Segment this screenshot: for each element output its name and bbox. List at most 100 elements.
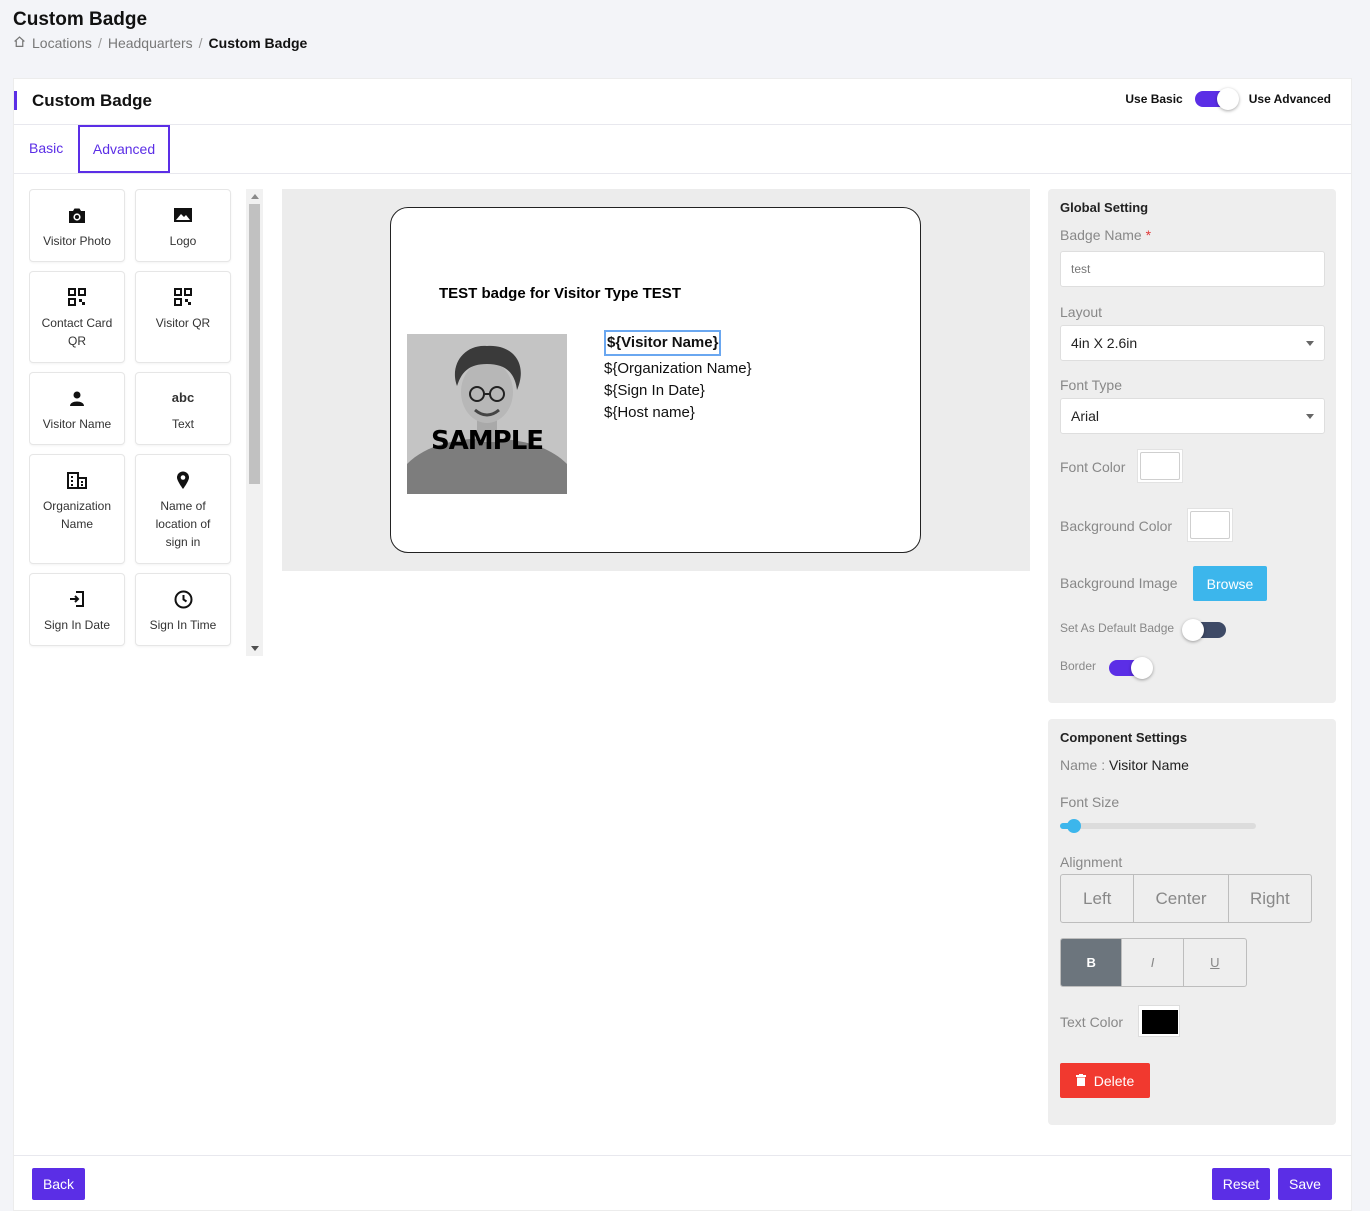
back-button[interactable]: Back [32,1168,85,1200]
component-palette: Visitor Photo Logo Contact Card QR Visit… [29,189,264,656]
scroll-down-arrow-icon[interactable] [251,646,259,651]
use-basic-label: Use Basic [1125,92,1183,106]
required-mark: * [1145,227,1152,243]
page-title: Custom Badge [13,9,148,30]
component-name-label: Name : [1060,757,1106,773]
palette-sign-in-time[interactable]: Sign In Time [135,573,231,646]
palette-contact-card-qr[interactable]: Contact Card QR [29,271,125,363]
underline-button[interactable]: U [1184,939,1246,986]
badge-name-input[interactable]: test [1060,251,1325,287]
slider-handle[interactable] [1066,819,1081,833]
breadcrumb-separator: / [198,35,203,51]
global-setting-title: Global Setting [1060,200,1149,215]
badge-title-text[interactable]: TEST badge for Visitor Type TEST [439,285,681,302]
palette-visitor-name[interactable]: Visitor Name [29,372,125,445]
tab-basic[interactable]: Basic [29,140,63,156]
palette-location-name[interactable]: Name of location of sign in [135,454,231,564]
align-right-button[interactable]: Right [1229,875,1311,922]
palette-scrollbar[interactable] [246,189,263,656]
border-switch[interactable] [1109,657,1153,679]
default-badge-switch[interactable] [1182,619,1226,641]
mode-toggle: Use Basic Use Advanced [1125,88,1331,110]
bold-button[interactable]: B [1061,939,1123,986]
alignment-label: Alignment [1060,854,1123,870]
badge-field-visitor-name[interactable]: ${Visitor Name} [604,330,722,356]
badge-fields: ${Visitor Name} ${Organization Name} ${S… [604,330,752,424]
text-style-button-group: B I U [1060,938,1247,987]
background-color-picker[interactable] [1187,508,1233,542]
font-size-label: Font Size [1060,794,1120,810]
component-settings-title: Component Settings [1060,730,1188,745]
switch-knob [1182,619,1204,641]
layout-select-value: 4in X 2.6in [1071,335,1138,351]
scroll-up-arrow-icon[interactable] [251,194,259,199]
font-color-picker[interactable] [1137,449,1183,483]
tab-advanced[interactable]: Advanced [78,125,170,173]
font-color-swatch [1140,452,1180,480]
text-color-label: Text Color [1060,1014,1124,1030]
font-type-select-value: Arial [1071,408,1100,424]
palette-logo[interactable]: Logo [135,189,231,262]
global-setting-panel: Global Setting Badge Name * test Layout … [1048,189,1336,703]
breadcrumb-locations[interactable]: Locations [32,35,92,51]
palette-sign-in-date[interactable]: Sign In Date [29,573,125,646]
align-center-button[interactable]: Center [1134,875,1229,922]
palette-label: Visitor Name [42,417,112,431]
italic-button[interactable]: I [1122,939,1184,986]
palette-label: Logo [169,234,197,248]
breadcrumb: Locations / Headquarters / Custom Badge [13,35,307,51]
palette-label: Organization Name [42,499,112,531]
scrollbar-thumb[interactable] [249,204,260,484]
location-pin-icon [176,471,190,489]
sample-portrait-icon [407,334,567,494]
badge-visitor-photo[interactable]: SAMPLE [407,334,567,494]
delete-component-button[interactable]: Delete [1060,1063,1150,1098]
badge-name-label-text: Badge Name [1060,227,1142,243]
qr-code-icon [174,288,192,306]
badge-field-organization-name[interactable]: ${Organization Name} [604,358,752,380]
reset-button[interactable]: Reset [1212,1168,1270,1200]
breadcrumb-headquarters[interactable]: Headquarters [108,35,193,51]
sign-in-icon [68,590,86,608]
component-settings-panel: Component Settings Name : Visitor Name F… [1048,719,1336,1125]
font-size-slider[interactable] [1060,819,1256,833]
font-color-label: Font Color [1060,459,1126,475]
basic-advanced-switch[interactable] [1194,88,1239,110]
card-title: Custom Badge [32,91,152,110]
badge-field-host-name[interactable]: ${Host name} [604,402,752,424]
layout-select[interactable]: 4in X 2.6in [1060,325,1325,361]
badge-field-sign-in-date[interactable]: ${Sign In Date} [604,380,752,402]
palette-label: Text [171,417,194,431]
text-color-swatch [1142,1010,1178,1034]
home-icon[interactable] [13,35,26,51]
palette-label: Sign In Date [43,618,111,632]
sample-watermark: SAMPLE [430,426,544,456]
text-color-picker[interactable] [1138,1005,1180,1037]
browse-button[interactable]: Browse [1193,566,1267,601]
align-left-button[interactable]: Left [1061,875,1135,922]
palette-organization-name[interactable]: Organization Name [29,454,125,564]
use-advanced-label: Use Advanced [1248,92,1331,106]
palette-label: Visitor Photo [43,234,111,248]
background-color-swatch [1190,511,1230,539]
save-button[interactable]: Save [1278,1168,1332,1200]
clock-icon [174,590,193,608]
palette-label: Sign In Time [149,618,217,632]
trash-icon [1075,1073,1086,1089]
badge-preview: TEST badge for Visitor Type TEST SAMPLE … [390,207,921,553]
switch-knob [1131,657,1153,679]
card-footer: Back Reset Save [14,1155,1351,1211]
palette-label: Visitor QR [155,316,211,330]
badge-name-label: Badge Name * [1060,227,1151,243]
layout-label: Layout [1060,304,1103,320]
switch-knob [1216,88,1239,110]
building-icon [67,471,87,489]
font-type-select[interactable]: Arial [1060,398,1325,434]
delete-label: Delete [1093,1072,1135,1089]
background-color-label: Background Color [1060,518,1173,534]
palette-visitor-qr[interactable]: Visitor QR [135,271,231,363]
header-accent-bar [14,91,17,110]
palette-text[interactable]: abc Text [135,372,231,445]
palette-visitor-photo[interactable]: Visitor Photo [29,189,125,262]
chevron-down-icon [1306,341,1314,346]
